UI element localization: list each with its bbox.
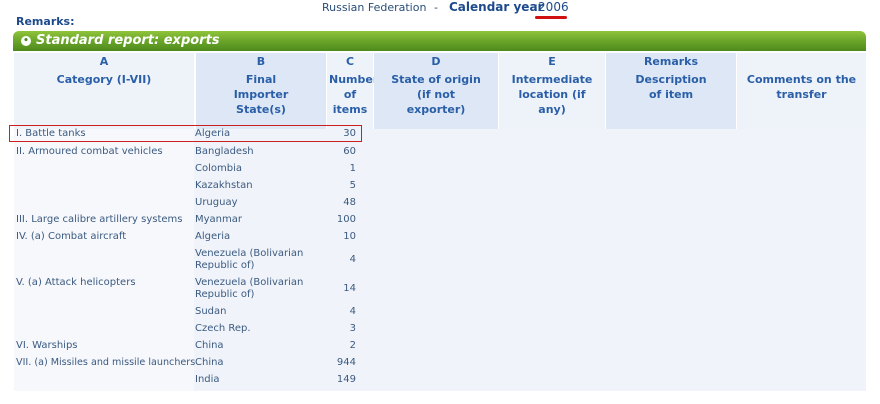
column-header-remarks: Remarks Description of item: [606, 53, 736, 129]
category-cell: IV. (a) Combat aircraft: [16, 231, 127, 242]
state-cell: Sudan: [195, 306, 227, 317]
calendar-year-value: :2006: [534, 0, 569, 14]
column-label: Final Importer State(s): [233, 73, 289, 116]
column-letter: A: [99, 55, 109, 68]
state-cell: China: [195, 340, 224, 351]
state-cell: Kazakhstan: [195, 180, 253, 191]
column-header-c: C Number of items: [327, 53, 379, 129]
column-letter: Remarks: [643, 55, 699, 68]
remarks-label: Remarks:: [16, 15, 75, 28]
state-cell: Algeria: [195, 231, 231, 242]
state-cell: Bangladesh: [195, 146, 254, 157]
column-letter: C: [345, 55, 355, 68]
column-letter: B: [256, 55, 266, 68]
category-cell: VII. (a) Missiles and missile launchers: [16, 357, 196, 368]
column-label: Category (I-VII): [56, 73, 152, 86]
column-label: Intermediate location (if any): [511, 73, 593, 116]
column-header-comments: Comments on the transfer: [737, 53, 866, 129]
items-cell: 10: [343, 231, 356, 242]
column-header-a: A Category (I-VII): [14, 53, 194, 129]
items-cell: 149: [336, 374, 356, 385]
category-cell: II. Armoured combat vehicles: [16, 146, 163, 157]
column-letter: E: [548, 55, 556, 68]
column-label: Number of items: [329, 73, 379, 116]
column-label: Description of item: [635, 73, 707, 101]
state-cell: India: [195, 374, 220, 385]
items-cell: 60: [343, 146, 356, 157]
state-cell: Myanmar: [195, 214, 242, 225]
items-cell: 14: [343, 283, 356, 294]
report-banner: • Standard report: exports: [13, 31, 866, 51]
year-underline-annotation: [535, 16, 567, 19]
header-separator: -: [434, 1, 438, 14]
column-label: State of origin (if not exporter): [391, 73, 481, 116]
items-cell: 3: [349, 323, 356, 334]
items-cell: 944: [336, 357, 356, 368]
state-cell: Venezuela (Bolivarian Republic of): [195, 248, 304, 271]
category-cell: V. (a) Attack helicopters: [16, 277, 136, 288]
state-cell: Czech Rep.: [195, 323, 251, 334]
column-label: Comments on the transfer: [746, 73, 857, 101]
category-column-bg: [14, 129, 194, 391]
items-cell: 4: [349, 254, 356, 265]
items-cell: 5: [349, 180, 356, 191]
category-cell: VI. Warships: [16, 340, 78, 351]
column-letter: D: [431, 55, 441, 68]
state-cell: Uruguay: [195, 197, 238, 208]
items-cell: 100: [336, 214, 356, 225]
items-cell: 1: [349, 163, 356, 174]
column-header-d: D State of origin (if not exporter): [374, 53, 498, 129]
bullet-icon: •: [21, 36, 31, 46]
calendar-year-label: Calendar year: [449, 0, 544, 14]
report-header: Russian Federation - Calendar year :2006: [0, 0, 880, 19]
items-cell: 2: [349, 340, 356, 351]
category-cell: III. Large calibre artillery systems: [16, 214, 183, 225]
highlight-annotation: [9, 125, 362, 142]
country-name: Russian Federation: [322, 1, 427, 14]
column-header-b: B Final Importer State(s): [196, 53, 326, 129]
column-header-e: E Intermediate location (if any): [499, 53, 605, 129]
items-cell: 48: [343, 197, 356, 208]
state-cell: Venezuela (Bolivarian Republic of): [195, 277, 304, 300]
report-title: Standard report: exports: [36, 33, 220, 48]
items-cell: 4: [349, 306, 356, 317]
state-cell: Colombia: [195, 163, 242, 174]
state-cell: China: [195, 357, 224, 368]
